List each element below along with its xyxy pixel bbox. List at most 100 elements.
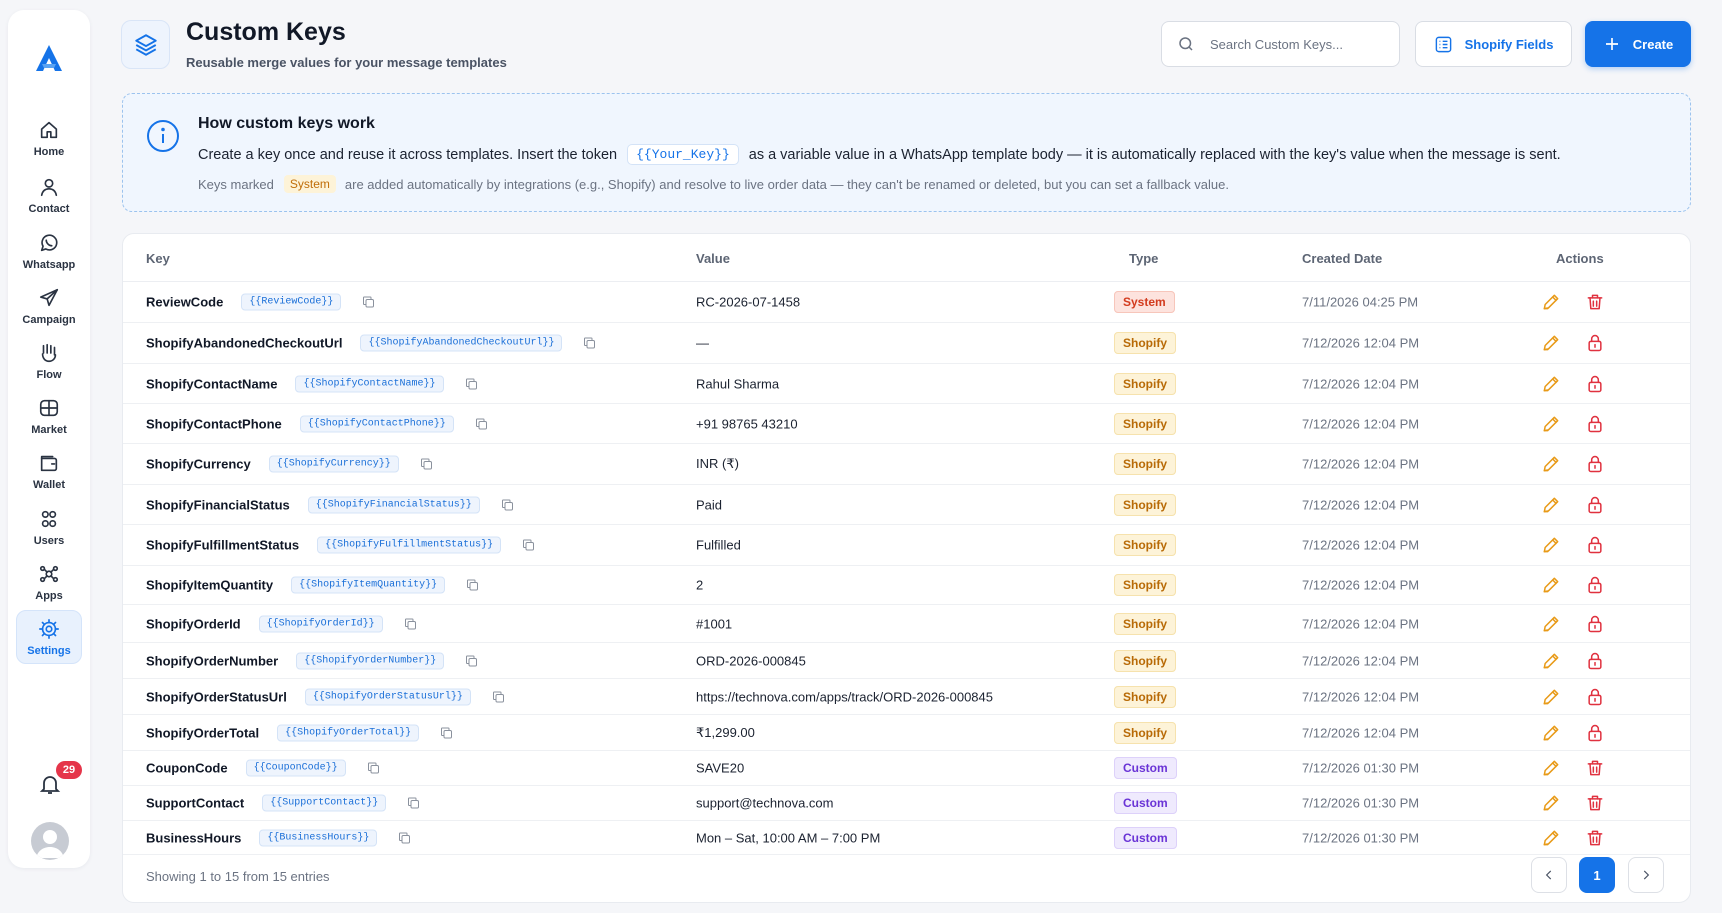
edit-icon[interactable] (1541, 614, 1561, 634)
lock-icon[interactable] (1585, 575, 1605, 595)
lock-icon[interactable] (1585, 614, 1605, 634)
copy-icon[interactable] (361, 295, 376, 310)
table-row[interactable]: ShopifyOrderId {{ShopifyOrderId}} #1001 Sho… (123, 605, 1690, 643)
shopify-fields-button[interactable]: Shopify Fields (1415, 21, 1572, 67)
next-page-button[interactable] (1628, 857, 1664, 893)
sidebar-item-whatsapp[interactable]: Whatsapp (16, 224, 82, 278)
delete-icon[interactable] (1585, 758, 1605, 778)
copy-icon[interactable] (464, 376, 479, 391)
brand-logo[interactable] (33, 42, 65, 74)
edit-icon[interactable] (1541, 454, 1561, 474)
sidebar-item-users[interactable]: Users (16, 500, 82, 554)
avatar[interactable] (31, 822, 69, 860)
header-value[interactable]: Value (696, 251, 730, 266)
created-date-cell: 7/12/2026 12:04 PM (1302, 653, 1420, 668)
copy-icon[interactable] (419, 457, 434, 472)
table-row[interactable]: ShopifyOrderTotal {{ShopifyOrderTotal}} ₹1… (123, 715, 1690, 751)
delete-icon[interactable] (1585, 828, 1605, 848)
table-row[interactable]: ShopifyContactName {{ShopifyContactName}}… (123, 364, 1690, 404)
page-title: Custom Keys (186, 18, 346, 46)
lock-icon[interactable] (1585, 687, 1605, 707)
search-input[interactable] (1210, 36, 1390, 52)
sidebar-item-settings[interactable]: Settings (16, 610, 82, 664)
sidebar-item-campaign[interactable]: Campaign (16, 279, 82, 333)
key-cell: CouponCode {{CouponCode}} (146, 759, 381, 777)
header-type[interactable]: Type (1129, 251, 1158, 266)
edit-icon[interactable] (1541, 828, 1561, 848)
value-cell: — (696, 335, 709, 351)
table-row[interactable]: ShopifyOrderStatusUrl {{ShopifyOrderStatu… (123, 679, 1690, 715)
copy-icon[interactable] (474, 416, 489, 431)
lock-icon[interactable] (1585, 454, 1605, 474)
sidebar-item-wallet[interactable]: Wallet (16, 444, 82, 498)
sidebar-item-contact[interactable]: Contact (16, 168, 82, 222)
edit-icon[interactable] (1541, 495, 1561, 515)
key-cell: ShopifyItemQuantity {{ShopifyItemQuantity… (146, 576, 480, 594)
copy-icon[interactable] (439, 725, 454, 740)
type-cell: Shopify (1114, 574, 1176, 596)
prev-page-button[interactable] (1531, 857, 1567, 893)
lock-icon[interactable] (1585, 723, 1605, 743)
lock-icon[interactable] (1585, 535, 1605, 555)
table-row[interactable]: BusinessHours {{BusinessHours}} Mon – Sat,… (123, 821, 1690, 855)
edit-icon[interactable] (1541, 687, 1561, 707)
key-token: {{ShopifyFinancialStatus}} (307, 496, 480, 513)
value-cell: Fulfilled (696, 537, 741, 553)
sidebar-item-home[interactable]: Home (16, 111, 82, 165)
copy-icon[interactable] (403, 616, 418, 631)
sidebar-item-apps[interactable]: Apps (16, 555, 82, 609)
edit-icon[interactable] (1541, 723, 1561, 743)
create-button[interactable]: Create (1585, 21, 1691, 67)
header-key[interactable]: Key (146, 251, 170, 266)
shopify-fields-label: Shopify Fields (1464, 36, 1554, 52)
copy-icon[interactable] (406, 796, 421, 811)
header-created-date[interactable]: Created Date (1302, 251, 1382, 266)
copy-icon[interactable] (397, 830, 412, 845)
delete-icon[interactable] (1585, 793, 1605, 813)
copy-icon[interactable] (500, 497, 515, 512)
table-row[interactable]: ShopifyContactPhone {{ShopifyContactPhone… (123, 404, 1690, 444)
page-button-current[interactable]: 1 (1579, 857, 1615, 893)
edit-icon[interactable] (1541, 414, 1561, 434)
edit-icon[interactable] (1541, 575, 1561, 595)
lock-icon[interactable] (1585, 651, 1605, 671)
lock-icon[interactable] (1585, 374, 1605, 394)
edit-icon[interactable] (1541, 374, 1561, 394)
lock-icon[interactable] (1585, 495, 1605, 515)
copy-icon[interactable] (464, 653, 479, 668)
table-row[interactable]: ShopifyCurrency {{ShopifyCurrency}} INR (₹… (123, 444, 1690, 485)
table-row[interactable]: ShopifyAbandonedCheckoutUrl {{ShopifyAban… (123, 323, 1690, 364)
type-badge: Shopify (1114, 574, 1176, 596)
table-row[interactable]: ShopifyItemQuantity {{ShopifyItemQuantity… (123, 566, 1690, 605)
edit-icon[interactable] (1541, 651, 1561, 671)
key-token: {{ShopifyOrderStatusUrl}} (304, 688, 471, 705)
copy-icon[interactable] (366, 761, 381, 776)
copy-icon[interactable] (521, 538, 536, 553)
edit-icon[interactable] (1541, 292, 1561, 312)
table-row[interactable]: CouponCode {{CouponCode}} SAVE20 Custom 7/12… (123, 751, 1690, 786)
edit-icon[interactable] (1541, 333, 1561, 353)
sidebar-item-flow[interactable]: Flow (16, 334, 82, 388)
sidebar-item-market[interactable]: Market (16, 389, 82, 443)
sidebar-item-label: Settings (27, 644, 71, 657)
table-row[interactable]: SupportContact {{SupportContact}} support@… (123, 786, 1690, 821)
search-box[interactable] (1161, 21, 1400, 67)
wallet-icon (40, 455, 58, 471)
copy-icon[interactable] (582, 336, 597, 351)
table-row[interactable]: ShopifyOrderNumber {{ShopifyOrderNumber}}… (123, 643, 1690, 679)
edit-icon[interactable] (1541, 535, 1561, 555)
lock-icon[interactable] (1585, 414, 1605, 434)
value-cell: Paid (696, 497, 723, 512)
info-title: How custom keys work (198, 115, 375, 132)
edit-icon[interactable] (1541, 793, 1561, 813)
key-cell: BusinessHours {{BusinessHours}} (146, 829, 412, 846)
table-row[interactable]: ShopifyFulfillmentStatus {{ShopifyFulfill… (123, 525, 1690, 566)
edit-icon[interactable] (1541, 758, 1561, 778)
copy-icon[interactable] (491, 689, 506, 704)
table-row[interactable]: ShopifyFinancialStatus {{ShopifyFinancial… (123, 485, 1690, 525)
lock-icon[interactable] (1585, 333, 1605, 353)
copy-icon[interactable] (465, 578, 480, 593)
gear-icon (39, 618, 59, 639)
table-row[interactable]: ReviewCode {{ReviewCode}} RC-2026-07-1458 S… (123, 282, 1690, 323)
delete-icon[interactable] (1585, 292, 1605, 312)
